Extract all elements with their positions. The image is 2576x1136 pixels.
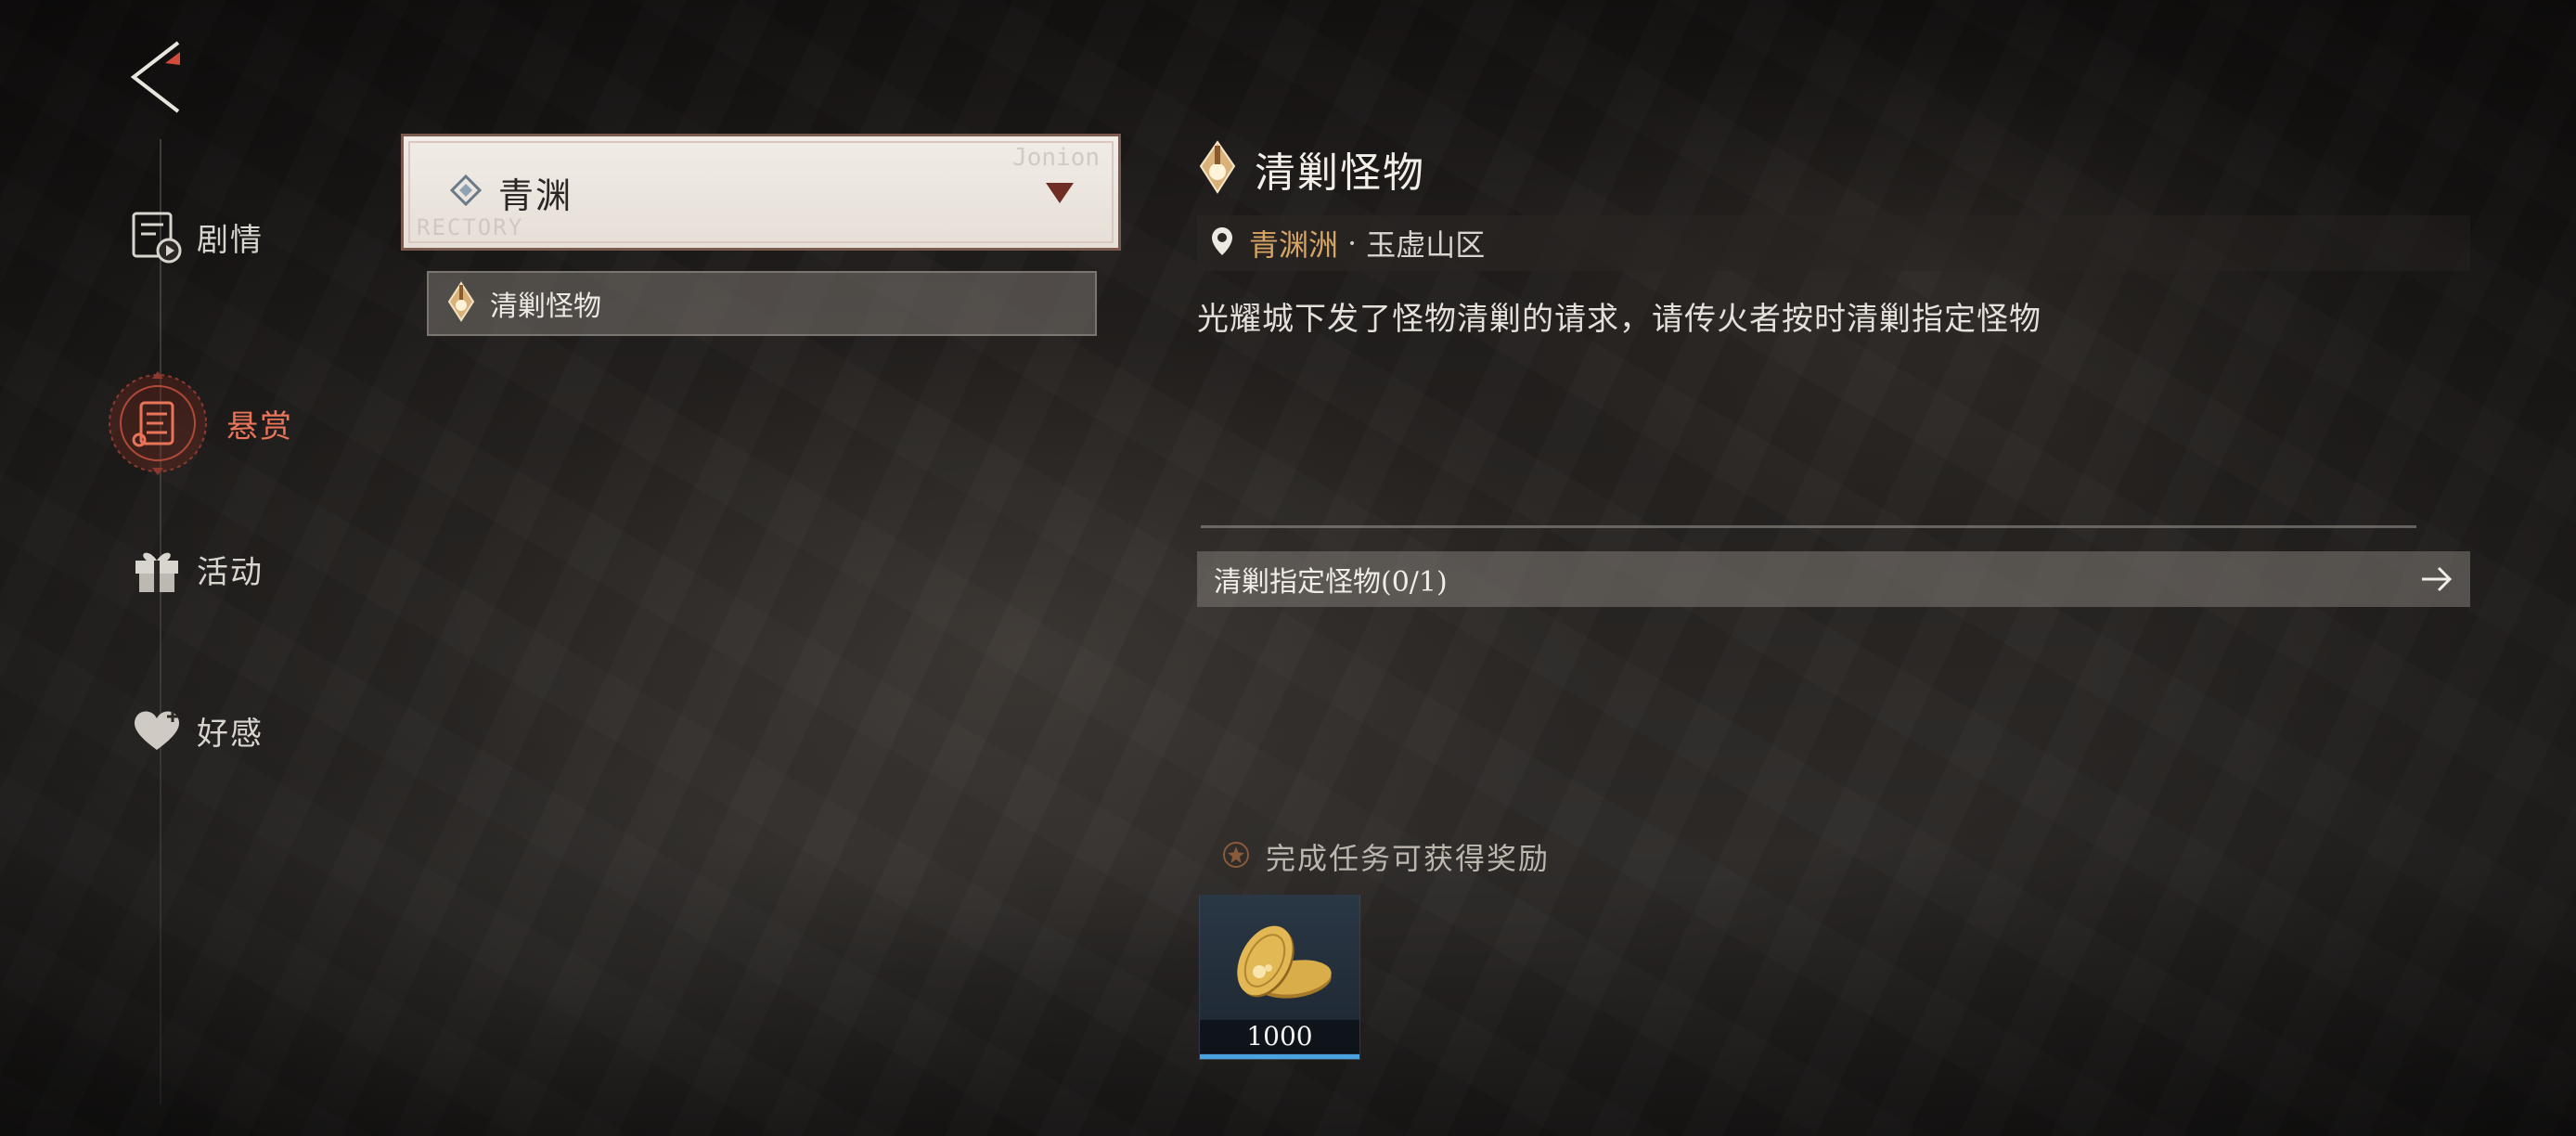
reward-rarity-bar bbox=[1200, 1054, 1359, 1059]
region-dropdown[interactable]: Jonion RECTORY 青渊 bbox=[401, 134, 1121, 251]
quest-list-item-label: 清剿怪物 bbox=[490, 290, 601, 323]
location-separator: · bbox=[1347, 226, 1358, 261]
reward-item[interactable]: 1000 bbox=[1199, 895, 1360, 1060]
location-pin-icon bbox=[1210, 226, 1234, 261]
quest-title: 清剿怪物 bbox=[1197, 139, 1425, 199]
sidebar-item-label: 悬赏 bbox=[226, 407, 293, 445]
reward-header-text: 完成任务可获得奖励 bbox=[1266, 841, 1551, 876]
sidebar-line bbox=[160, 139, 161, 1104]
sidebar-item-label: 剧情 bbox=[197, 221, 264, 259]
quest-title-text: 清剿怪物 bbox=[1255, 149, 1425, 197]
dropdown-stamp-text: RECTORY bbox=[417, 214, 524, 240]
sidebar-item-bounty[interactable]: 悬赏 bbox=[102, 368, 293, 479]
heart-icon bbox=[130, 704, 184, 757]
divider bbox=[1201, 525, 2416, 528]
sidebar-item-label: 活动 bbox=[197, 553, 264, 591]
location-region: 青渊洲 bbox=[1249, 227, 1339, 263]
objective-text: 清剿指定怪物(0/1) bbox=[1214, 566, 1448, 599]
story-icon bbox=[130, 210, 184, 264]
diamond-icon bbox=[449, 174, 483, 210]
arrow-right-icon bbox=[2420, 564, 2454, 598]
star-badge-icon bbox=[1221, 840, 1251, 873]
objective-row[interactable]: 清剿指定怪物(0/1) bbox=[1197, 551, 2470, 607]
gold-coin-icon bbox=[1226, 918, 1335, 1014]
back-button[interactable] bbox=[124, 37, 189, 117]
quest-flame-icon bbox=[447, 281, 475, 326]
location-area: 玉虚山区 bbox=[1366, 227, 1486, 263]
location-bar: 青渊洲 · 玉虚山区 bbox=[1197, 215, 2470, 271]
sidebar-item-affinity[interactable]: 好感 bbox=[130, 704, 264, 757]
sidebar-item-events[interactable]: 活动 bbox=[130, 542, 264, 596]
sidebar-item-story[interactable]: 剧情 bbox=[130, 210, 264, 264]
reward-quantity: 1000 bbox=[1200, 1020, 1359, 1053]
reward-header: 完成任务可获得奖励 bbox=[1221, 835, 1550, 878]
quest-flame-icon bbox=[1197, 140, 1238, 198]
gift-icon bbox=[130, 542, 184, 596]
back-arrow-icon bbox=[130, 41, 180, 113]
quest-list-item[interactable]: 清剿怪物 bbox=[427, 271, 1097, 336]
sidebar-item-label: 好感 bbox=[197, 715, 264, 753]
dropdown-stamp-text: Jonion bbox=[1012, 144, 1100, 172]
chevron-down-icon bbox=[1046, 183, 1074, 203]
quest-description: 光耀城下发了怪物清剿的请求，请传火者按时清剿指定怪物 bbox=[1197, 301, 2041, 338]
bounty-scroll-icon bbox=[102, 368, 213, 479]
region-selected-label: 青渊 bbox=[498, 174, 573, 216]
